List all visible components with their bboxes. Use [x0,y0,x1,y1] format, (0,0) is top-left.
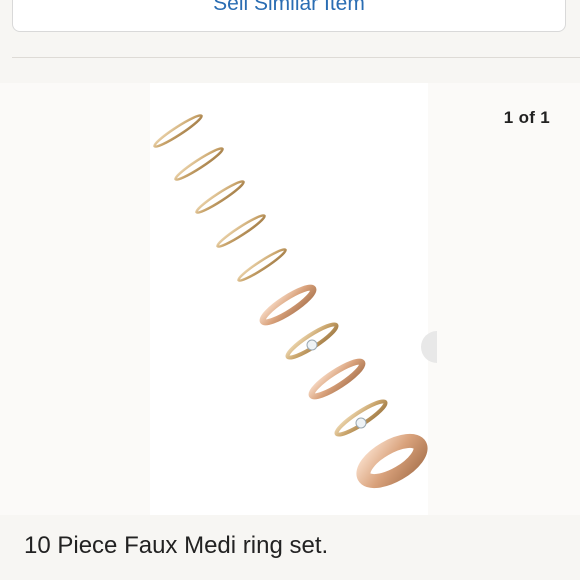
product-photo [150,83,428,515]
listing-title: 10 Piece Faux Medi ring set. [24,532,329,559]
thin-ring [216,214,266,248]
band-ring [308,358,366,400]
divider [12,57,580,58]
sell-similar-item-button[interactable]: Sell Similar Item [12,0,566,32]
thin-ring [237,248,287,282]
sell-similar-item-label: Sell Similar Item [213,0,365,15]
crystal-ring [334,399,388,437]
photo-counter: 1 of 1 [503,108,550,127]
thin-ring [153,114,203,148]
crystal-ring [285,322,339,360]
thin-ring [174,147,224,181]
wide-band-ring [356,433,428,489]
ring-set-illustration [153,114,428,489]
band-ring [259,284,317,326]
thin-ring [195,180,245,214]
photo-gallery[interactable]: 1 of 1 [0,83,580,515]
